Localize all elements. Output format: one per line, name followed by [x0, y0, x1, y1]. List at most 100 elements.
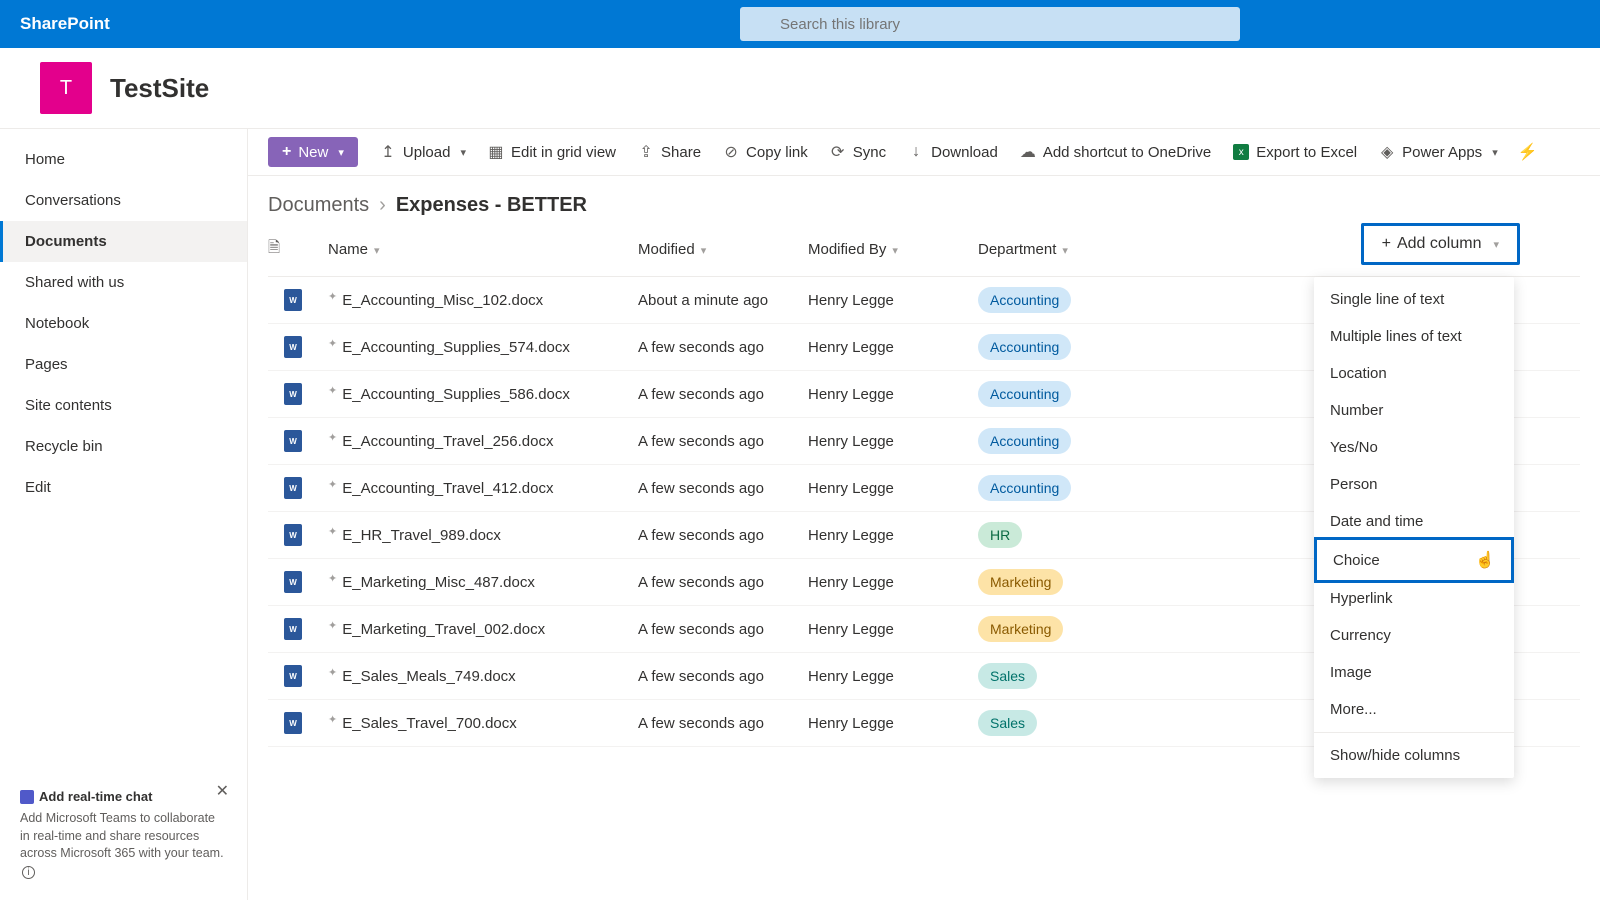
word-file-icon: W: [284, 383, 302, 405]
flow-icon: ⚡: [1520, 144, 1536, 160]
column-type-option[interactable]: Single line of text: [1314, 281, 1514, 318]
file-name[interactable]: E_HR_Travel_989.docx: [342, 527, 501, 544]
word-file-icon: W: [284, 618, 302, 640]
column-type-option[interactable]: Hyperlink: [1314, 580, 1514, 617]
close-icon[interactable]: ✕: [216, 781, 229, 801]
export-excel-button[interactable]: x Export to Excel: [1233, 144, 1357, 161]
add-shortcut-button[interactable]: ☁ Add shortcut to OneDrive: [1020, 144, 1211, 161]
modified-by-value[interactable]: Henry Legge: [808, 324, 978, 371]
new-indicator-icon: ✦: [328, 431, 337, 444]
modified-value: A few seconds ago: [638, 465, 808, 512]
modified-by-value[interactable]: Henry Legge: [808, 512, 978, 559]
nav-item-recycle-bin[interactable]: Recycle bin: [0, 426, 247, 467]
chevron-down-icon: ▾: [892, 245, 898, 257]
column-type-option[interactable]: Location: [1314, 355, 1514, 392]
modified-by-value[interactable]: Henry Legge: [808, 653, 978, 700]
new-indicator-icon: ✦: [328, 713, 337, 726]
new-indicator-icon: ✦: [328, 337, 337, 350]
file-name[interactable]: E_Sales_Travel_700.docx: [342, 715, 517, 732]
file-name[interactable]: E_Accounting_Supplies_586.docx: [342, 386, 570, 403]
top-bar: SharePoint: [0, 0, 1600, 48]
department-pill: Accounting: [978, 287, 1071, 313]
nav-item-home[interactable]: Home: [0, 139, 247, 180]
nav-item-shared-with-us[interactable]: Shared with us: [0, 262, 247, 303]
add-column-button[interactable]: + Add column ▾: [1361, 223, 1520, 265]
file-name[interactable]: E_Accounting_Travel_256.docx: [342, 433, 553, 450]
new-button[interactable]: + New ▾: [268, 137, 358, 167]
add-column-menu: Single line of textMultiple lines of tex…: [1314, 277, 1514, 778]
department-pill: Sales: [978, 710, 1037, 736]
site-title[interactable]: TestSite: [110, 73, 209, 104]
column-type-option[interactable]: Choice☝: [1314, 537, 1514, 583]
nav-item-edit[interactable]: Edit: [0, 467, 247, 508]
info-icon[interactable]: i: [22, 866, 35, 879]
modified-by-value[interactable]: Henry Legge: [808, 559, 978, 606]
share-button[interactable]: ⇪ Share: [638, 144, 701, 161]
chevron-right-icon: ›: [379, 194, 386, 217]
search-wrap: [740, 7, 1240, 41]
new-indicator-icon: ✦: [328, 478, 337, 491]
column-type-option[interactable]: Person: [1314, 466, 1514, 503]
upload-button[interactable]: ↥ Upload ▾: [380, 144, 466, 161]
automate-button[interactable]: ⚡: [1520, 144, 1536, 160]
department-pill: Accounting: [978, 475, 1071, 501]
breadcrumb-parent[interactable]: Documents: [268, 194, 369, 217]
column-header-name[interactable]: Name▾: [328, 223, 638, 277]
word-file-icon: W: [284, 430, 302, 452]
nav-item-conversations[interactable]: Conversations: [0, 180, 247, 221]
column-type-option[interactable]: Image: [1314, 654, 1514, 691]
modified-by-value[interactable]: Henry Legge: [808, 465, 978, 512]
column-header-modified-by[interactable]: Modified By▾: [808, 223, 978, 277]
link-icon: ⊘: [723, 144, 739, 160]
nav-item-pages[interactable]: Pages: [0, 344, 247, 385]
column-type-option[interactable]: Currency: [1314, 617, 1514, 654]
search-input[interactable]: [740, 7, 1240, 41]
chevron-down-icon: ▾: [1493, 238, 1499, 251]
file-type-icon[interactable]: 🗎: [268, 239, 280, 256]
plus-icon: +: [282, 143, 291, 161]
power-apps-button[interactable]: ◈ Power Apps ▾: [1379, 144, 1498, 161]
file-name[interactable]: E_Sales_Meals_749.docx: [342, 668, 515, 685]
share-icon: ⇪: [638, 144, 654, 160]
chevron-down-icon: ▾: [374, 245, 380, 257]
modified-value: A few seconds ago: [638, 606, 808, 653]
column-type-option[interactable]: Multiple lines of text: [1314, 318, 1514, 355]
word-file-icon: W: [284, 712, 302, 734]
file-name[interactable]: E_Marketing_Travel_002.docx: [342, 621, 545, 638]
word-file-icon: W: [284, 336, 302, 358]
modified-by-value[interactable]: Henry Legge: [808, 700, 978, 747]
chat-promo: ✕ Add real-time chat Add Microsoft Teams…: [10, 779, 237, 890]
modified-by-value[interactable]: Henry Legge: [808, 606, 978, 653]
edit-grid-button[interactable]: ▦ Edit in grid view: [488, 144, 616, 161]
column-type-option[interactable]: Date and time: [1314, 503, 1514, 540]
file-name[interactable]: E_Accounting_Misc_102.docx: [342, 292, 543, 309]
column-type-option[interactable]: More...: [1314, 691, 1514, 728]
nav-item-notebook[interactable]: Notebook: [0, 303, 247, 344]
modified-by-value[interactable]: Henry Legge: [808, 371, 978, 418]
file-name[interactable]: E_Accounting_Supplies_574.docx: [342, 339, 570, 356]
download-button[interactable]: ↓ Download: [908, 144, 998, 161]
file-name[interactable]: E_Accounting_Travel_412.docx: [342, 480, 553, 497]
department-pill: Accounting: [978, 334, 1071, 360]
copy-link-button[interactable]: ⊘ Copy link: [723, 144, 808, 161]
column-type-option[interactable]: Yes/No: [1314, 429, 1514, 466]
file-name[interactable]: E_Marketing_Misc_487.docx: [342, 574, 535, 591]
modified-by-value[interactable]: Henry Legge: [808, 277, 978, 324]
show-hide-columns-option[interactable]: Show/hide columns: [1314, 737, 1514, 774]
column-type-option[interactable]: Number: [1314, 392, 1514, 429]
chat-promo-body: Add Microsoft Teams to collaborate in re…: [20, 811, 224, 860]
modified-by-value[interactable]: Henry Legge: [808, 418, 978, 465]
sync-button[interactable]: ⟳ Sync: [830, 144, 886, 161]
nav-item-site-contents[interactable]: Site contents: [0, 385, 247, 426]
column-header-department[interactable]: Department▾: [978, 223, 1128, 277]
column-header-modified[interactable]: Modified▾: [638, 223, 808, 277]
chevron-down-icon: ▾: [701, 245, 707, 257]
download-icon: ↓: [908, 144, 924, 160]
upload-icon: ↥: [380, 144, 396, 160]
site-logo[interactable]: T: [40, 62, 92, 114]
word-file-icon: W: [284, 477, 302, 499]
nav-item-documents[interactable]: Documents: [0, 221, 247, 262]
modified-value: A few seconds ago: [638, 371, 808, 418]
breadcrumb-current: Expenses - BETTER: [396, 194, 587, 217]
chevron-down-icon: ▾: [1062, 245, 1068, 257]
